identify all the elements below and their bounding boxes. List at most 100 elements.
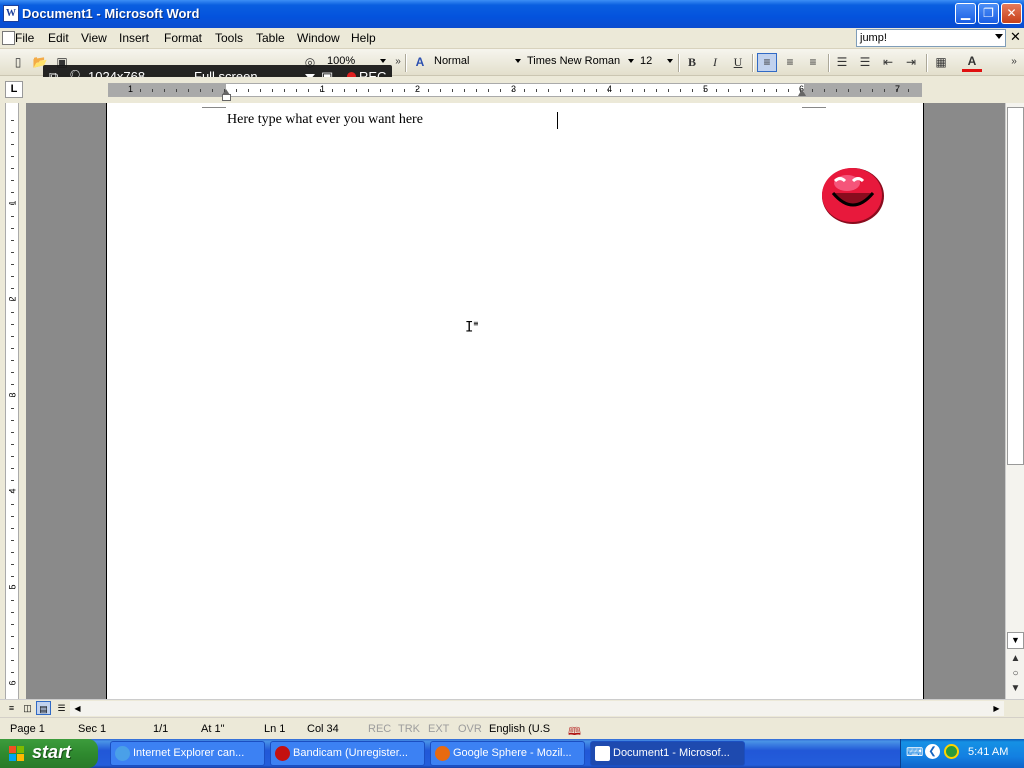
new-document-icon[interactable]: ▯ <box>8 53 28 72</box>
toolbar-separator <box>926 54 928 72</box>
toolbar-options-icon[interactable]: » <box>1004 52 1024 71</box>
tab-selector[interactable]: L <box>5 81 23 98</box>
ruler-tick <box>596 89 597 92</box>
styles-pane-icon[interactable]: A <box>410 53 430 72</box>
web-layout-view-icon[interactable]: ◫ <box>20 701 35 715</box>
document-page[interactable]: Here type what ever you want here I≡ <box>106 103 924 699</box>
task-firefox[interactable]: Google Sphere - Mozil... <box>430 741 585 766</box>
menu-table[interactable]: Table <box>256 31 285 45</box>
menu-insert[interactable]: Insert <box>119 31 149 45</box>
ruler-tick <box>11 636 14 637</box>
numbering-icon[interactable]: ☰ <box>832 53 852 72</box>
borders-icon[interactable]: ▦ <box>931 53 951 72</box>
vertical-scroll-thumb[interactable] <box>1007 107 1024 465</box>
bold-button[interactable]: B <box>682 53 702 72</box>
document-icon[interactable] <box>2 31 15 45</box>
toolbar-separator <box>752 54 754 72</box>
task-bandicam[interactable]: Bandicam (Unregister... <box>270 741 425 766</box>
ruler-tick <box>908 89 909 92</box>
ruler-tick <box>140 89 141 92</box>
menu-format[interactable]: Format <box>164 31 202 45</box>
menu-edit[interactable]: Edit <box>48 31 69 45</box>
minimize-button[interactable]: ▁ <box>955 3 976 24</box>
font-size-select[interactable]: 12 <box>638 53 674 71</box>
horizontal-scrollbar[interactable]: ◀ ▶ <box>70 701 1004 716</box>
left-indent-marker[interactable] <box>222 94 231 101</box>
ruler-tick <box>11 372 14 373</box>
underline-button[interactable]: U <box>728 53 748 72</box>
status-trk[interactable]: TRK <box>398 723 420 735</box>
clock[interactable]: 5:41 AM <box>968 746 1008 758</box>
scroll-right-icon[interactable]: ▶ <box>990 702 1003 715</box>
status-ext[interactable]: EXT <box>428 723 449 735</box>
ruler-tick <box>11 648 14 649</box>
normal-view-icon[interactable]: ≡ <box>4 701 19 715</box>
ruler-tick <box>11 348 14 349</box>
smiley-face-image[interactable] <box>821 167 885 225</box>
status-language[interactable]: English (U.S <box>489 723 550 735</box>
ask-question-box[interactable]: jump! <box>856 29 1006 47</box>
align-right-button[interactable]: ≡ <box>803 53 823 72</box>
ruler-tick <box>11 504 14 505</box>
select-browse-object-icon[interactable]: ○ <box>1007 666 1024 682</box>
task-word[interactable]: Document1 - Microsof... <box>590 741 745 766</box>
next-page-icon[interactable]: ▼ <box>1007 681 1024 697</box>
ruler-tick <box>11 552 14 553</box>
print-layout-view-icon[interactable]: ▤ <box>36 701 51 715</box>
outline-view-icon[interactable]: ☰ <box>54 701 69 715</box>
status-rec[interactable]: REC <box>368 723 391 735</box>
ruler-tick <box>11 528 14 529</box>
ruler-tick <box>668 89 669 92</box>
font-color-button[interactable]: A <box>962 53 982 72</box>
document-text[interactable]: Here type what ever you want here <box>227 112 423 128</box>
word-app-icon[interactable]: W <box>3 5 19 22</box>
ruler-tick <box>11 456 14 457</box>
italic-button[interactable]: I <box>705 53 725 72</box>
ruler-tick <box>824 89 825 92</box>
arrow-down-icon: ▼ <box>1011 635 1020 645</box>
ruler-tick <box>11 468 14 469</box>
menu-window[interactable]: Window <box>297 31 340 45</box>
close-document-icon[interactable]: ✕ <box>1010 30 1021 45</box>
menu-tools[interactable]: Tools <box>215 31 243 45</box>
chevron-down-icon[interactable] <box>995 34 1003 39</box>
vertical-scrollbar[interactable]: ▼ ▲ ○ ▼ <box>1005 103 1024 699</box>
menu-file[interactable]: File <box>15 31 34 45</box>
text-caret <box>557 112 558 129</box>
start-button[interactable]: start <box>0 739 98 768</box>
show-hidden-icons-icon[interactable]: ❮ <box>925 744 940 759</box>
network-status-icon[interactable] <box>944 744 959 759</box>
task-internet-explorer[interactable]: Internet Explorer can... <box>110 741 265 766</box>
ruler-tick <box>212 89 213 92</box>
align-center-button[interactable]: ≡ <box>780 53 800 72</box>
toolbar-separator <box>405 54 407 72</box>
ruler-tick <box>11 420 14 421</box>
previous-page-icon[interactable]: ▲ <box>1007 651 1024 667</box>
ruler-tick <box>548 89 549 92</box>
restore-button[interactable]: ❐ <box>978 3 999 24</box>
system-tray: ⌨ ❮ 5:41 AM <box>900 739 1024 768</box>
ruler-tick <box>368 89 369 92</box>
ruler-tick <box>11 168 14 169</box>
title-bar[interactable]: W Document1 - Microsoft Word ▁ ❐ ✕ <box>0 0 1024 28</box>
keyboard-icon[interactable]: ⌨ <box>906 745 923 759</box>
horizontal-scroll-row: ≡ ◫ ▤ ☰ ◀ ▶ <box>0 699 1024 716</box>
ruler-tick <box>776 89 777 92</box>
ruler-tick <box>272 89 273 92</box>
scroll-down-button[interactable]: ▼ <box>1007 632 1024 649</box>
status-ovr[interactable]: OVR <box>458 723 482 735</box>
scroll-left-icon[interactable]: ◀ <box>71 702 84 715</box>
close-button[interactable]: ✕ <box>1001 3 1022 24</box>
menu-help[interactable]: Help <box>351 31 376 45</box>
bullets-icon[interactable]: ☰ <box>855 53 875 72</box>
ruler-tick <box>260 89 261 92</box>
menu-view[interactable]: View <box>81 31 107 45</box>
ruler-tick <box>164 89 165 92</box>
style-select[interactable]: Normal <box>432 53 522 71</box>
align-left-button[interactable]: ≡ <box>757 53 777 72</box>
toolbar-separator <box>678 54 680 72</box>
ruler-tick <box>440 89 441 92</box>
decrease-indent-icon[interactable]: ⇤ <box>878 53 898 72</box>
increase-indent-icon[interactable]: ⇥ <box>901 53 921 72</box>
font-select[interactable]: Times New Roman <box>525 53 635 71</box>
